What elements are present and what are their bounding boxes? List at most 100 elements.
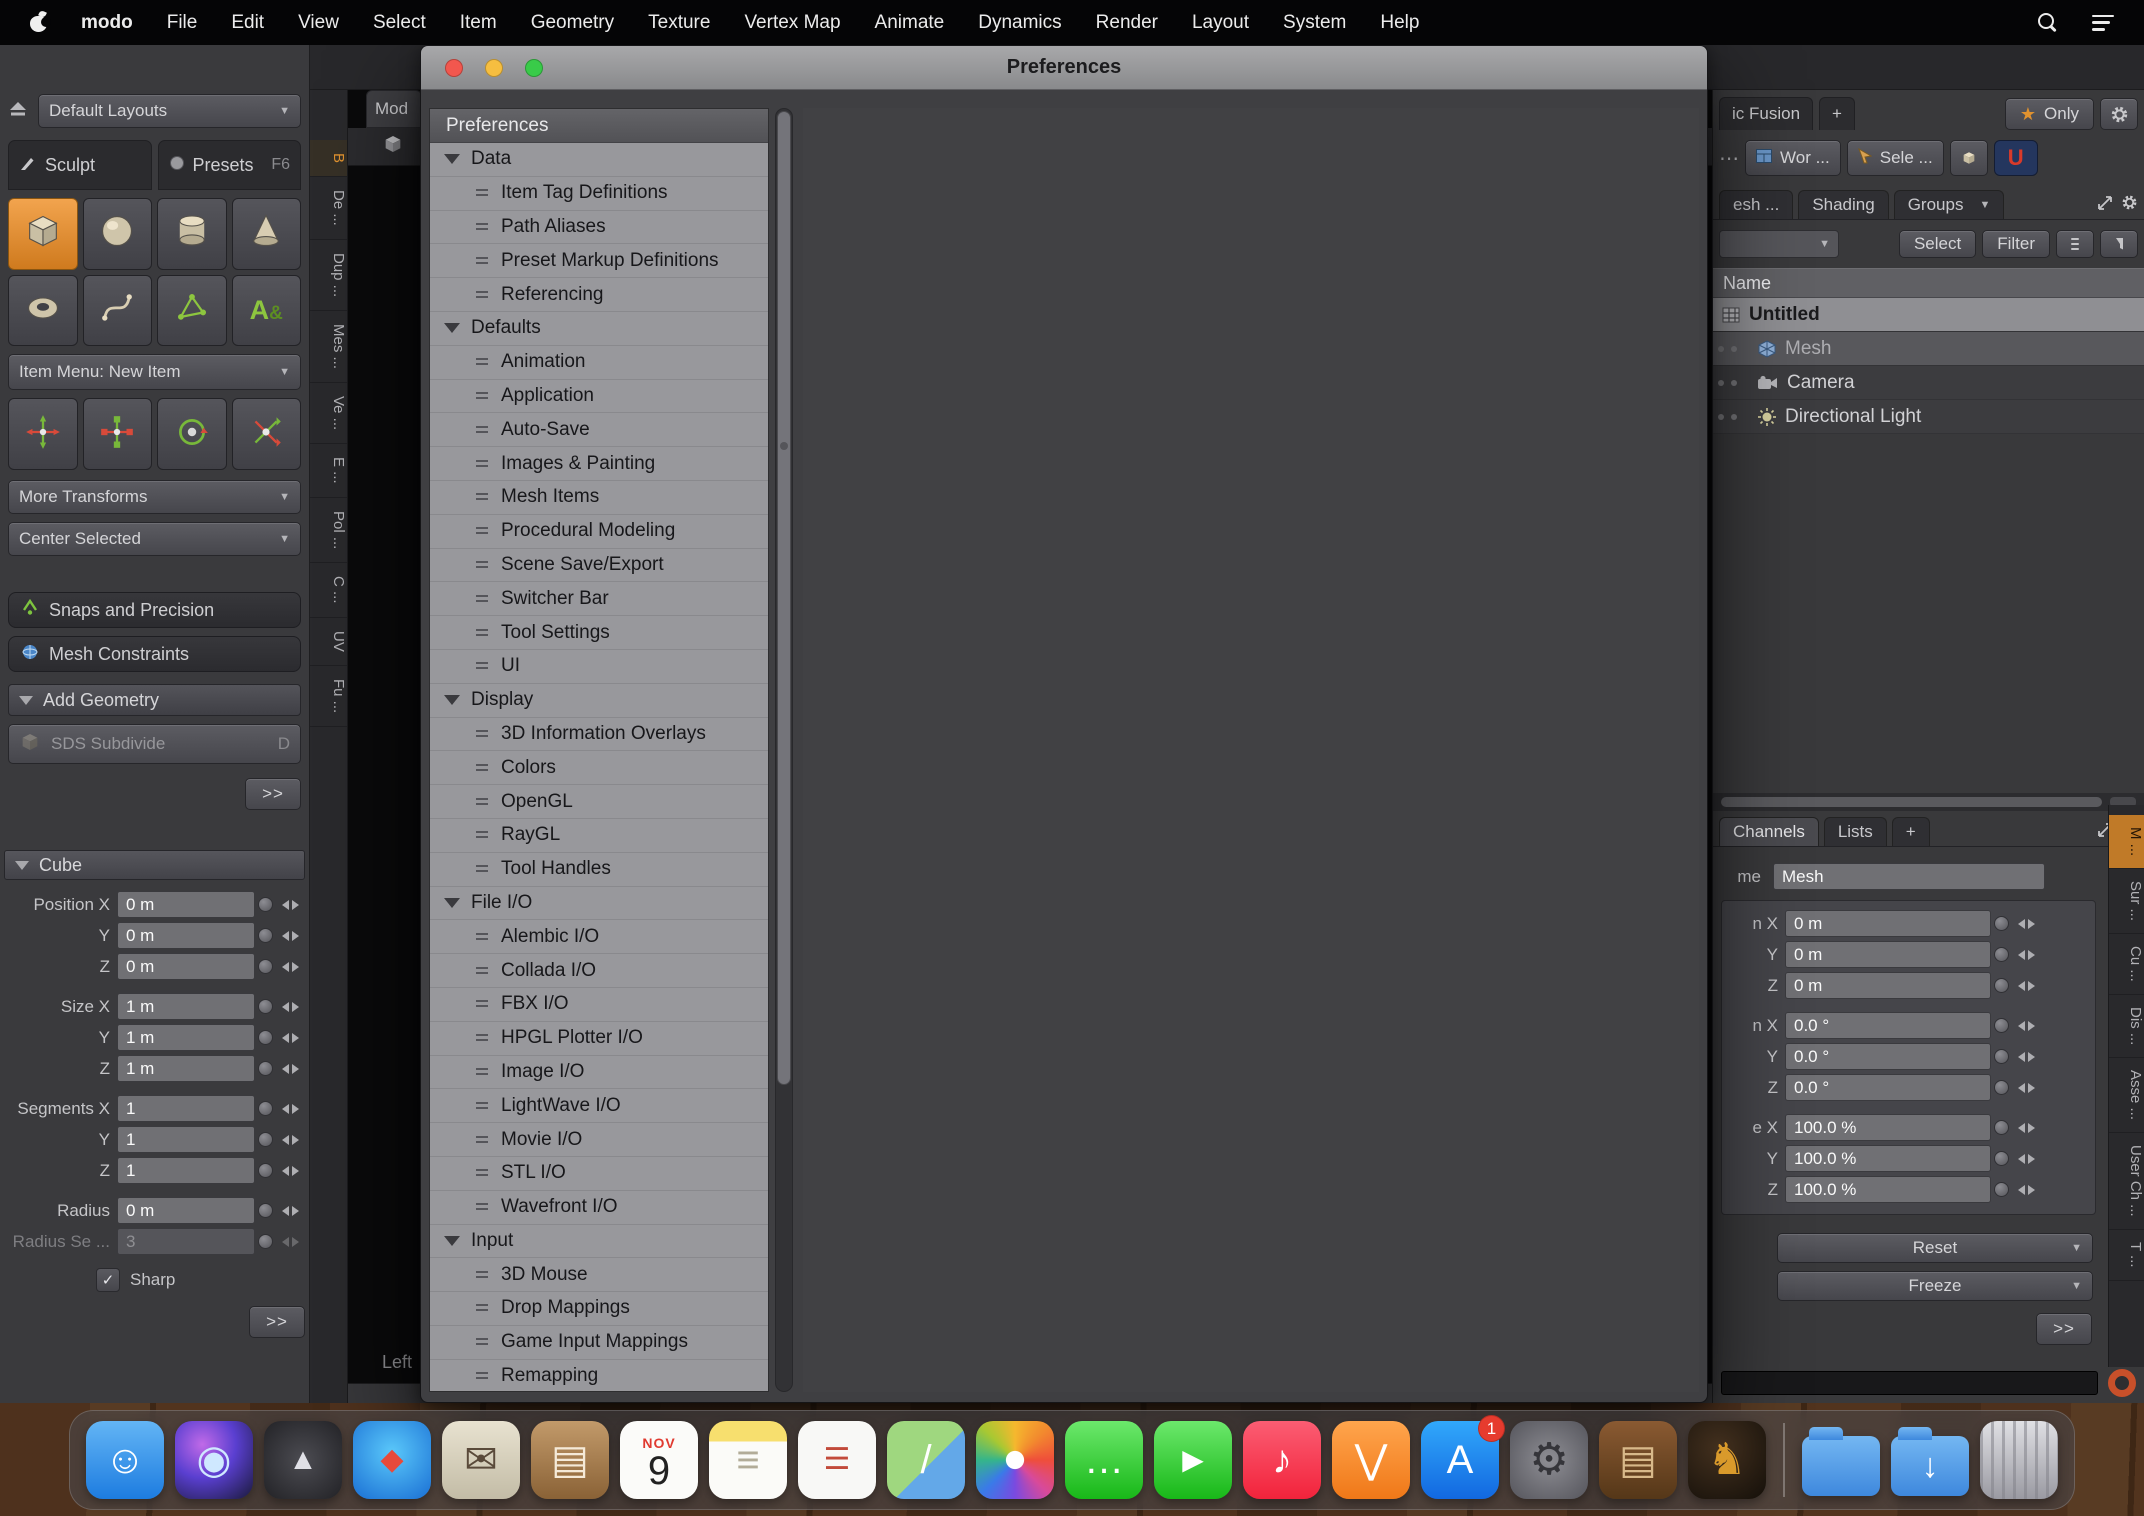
expand-icon[interactable] bbox=[2097, 195, 2113, 216]
value-spinner[interactable] bbox=[276, 962, 304, 972]
dock-siri[interactable]: ◉ bbox=[175, 1421, 253, 1499]
dock-music[interactable]: ♪ bbox=[1243, 1421, 1321, 1499]
select-button[interactable]: Select bbox=[1899, 230, 1976, 258]
tool-tab-b[interactable]: B bbox=[310, 140, 347, 177]
pref-item-remapping[interactable]: Remapping bbox=[430, 1360, 768, 1392]
dock-contacts[interactable]: ▤ bbox=[531, 1421, 609, 1499]
sharp-checkbox[interactable] bbox=[96, 1268, 120, 1292]
dock-system-preferences[interactable]: ⚙ bbox=[1510, 1421, 1588, 1499]
center-selected-dropdown[interactable]: Center Selected▼ bbox=[8, 522, 301, 556]
channel-state-icon[interactable] bbox=[258, 1163, 273, 1178]
command-input[interactable] bbox=[1721, 1371, 2098, 1395]
value-spinner[interactable] bbox=[276, 900, 304, 910]
tool-tab-de[interactable]: De ... bbox=[310, 177, 347, 240]
channel-state-icon[interactable] bbox=[1994, 1182, 2009, 1197]
channel-state-icon[interactable] bbox=[258, 897, 273, 912]
tab-model-layout[interactable]: Mod bbox=[366, 90, 422, 128]
tab-add-panel[interactable]: + bbox=[1892, 817, 1930, 846]
item-row-camera[interactable]: Camera bbox=[1713, 366, 2144, 400]
pref-category-data[interactable]: Data bbox=[430, 143, 768, 177]
value-spinner[interactable] bbox=[2012, 1052, 2040, 1062]
menu-edit[interactable]: Edit bbox=[231, 12, 264, 34]
properties-tab-cu[interactable]: Cu ... bbox=[2109, 934, 2144, 995]
menu-help[interactable]: Help bbox=[1380, 12, 1419, 34]
value-spinner[interactable] bbox=[276, 1064, 304, 1074]
tab-lists[interactable]: Lists bbox=[1824, 817, 1887, 846]
pref-item-scene-save-export[interactable]: Scene Save/Export bbox=[430, 549, 768, 583]
cube-field-y[interactable]: 0 m bbox=[117, 922, 255, 949]
value-spinner[interactable] bbox=[2012, 1123, 2040, 1133]
settings-gear-button[interactable] bbox=[2100, 98, 2138, 130]
record-indicator-icon[interactable] bbox=[2108, 1369, 2136, 1397]
cube-field-radius[interactable]: 0 m bbox=[117, 1197, 255, 1224]
pref-item-mesh-items[interactable]: Mesh Items bbox=[430, 481, 768, 515]
dock-maps[interactable]: / bbox=[887, 1421, 965, 1499]
viewport-cube-icon[interactable] bbox=[382, 133, 404, 160]
properties-tab-user-ch[interactable]: User Ch ... bbox=[2109, 1133, 2144, 1230]
scrollbar-thumb[interactable] bbox=[1721, 797, 2102, 807]
tab-fusion[interactable]: ic Fusion bbox=[1719, 97, 1813, 130]
dock-messages[interactable]: … bbox=[1065, 1421, 1143, 1499]
menu-render[interactable]: Render bbox=[1096, 12, 1158, 34]
dock-reminders[interactable]: ☰ bbox=[798, 1421, 876, 1499]
list-options-button[interactable] bbox=[2056, 230, 2094, 258]
sds-subdivide-button[interactable]: SDS Subdivide D bbox=[8, 724, 301, 764]
pref-item-path-aliases[interactable]: Path Aliases bbox=[430, 211, 768, 245]
pref-item-fbx-i-o[interactable]: FBX I/O bbox=[430, 988, 768, 1022]
pref-item-colors[interactable]: Colors bbox=[430, 751, 768, 785]
tool-scale[interactable] bbox=[83, 398, 153, 470]
tool-curve[interactable] bbox=[83, 275, 153, 347]
value-spinner[interactable] bbox=[276, 931, 304, 941]
properties-tab-sur[interactable]: Sur ... bbox=[2109, 869, 2144, 934]
value-spinner[interactable] bbox=[2012, 1154, 2040, 1164]
cube-expand-button[interactable]: >> bbox=[249, 1306, 305, 1338]
gear-icon[interactable] bbox=[2121, 194, 2138, 216]
dock-books[interactable]: ⋁ bbox=[1332, 1421, 1410, 1499]
pref-item-raygl[interactable]: RayGL bbox=[430, 819, 768, 853]
dock-calendar[interactable]: NOV9 bbox=[620, 1421, 698, 1499]
item-menu-dropdown[interactable]: Item Menu: New Item▼ bbox=[8, 354, 301, 390]
menu-file[interactable]: File bbox=[167, 12, 198, 34]
visibility-dots[interactable] bbox=[1713, 380, 1739, 386]
cube-field-radius-se[interactable]: 3 bbox=[117, 1228, 255, 1255]
menu-vertex-map[interactable]: Vertex Map bbox=[744, 12, 840, 34]
tab-mesh-list[interactable]: esh ... bbox=[1719, 190, 1793, 219]
menu-dynamics[interactable]: Dynamics bbox=[978, 12, 1061, 34]
dock-facetime[interactable]: ▶ bbox=[1154, 1421, 1232, 1499]
pref-item-opengl[interactable]: OpenGL bbox=[430, 785, 768, 819]
dock-library[interactable]: ▤ bbox=[1599, 1421, 1677, 1499]
tool-tab-mes[interactable]: Mes ... bbox=[310, 311, 347, 383]
channel-field-y[interactable]: 100.0 % bbox=[1785, 1145, 1991, 1172]
tree-scrollbar[interactable] bbox=[775, 108, 793, 1392]
pref-item-stl-i-o[interactable]: STL I/O bbox=[430, 1157, 768, 1191]
pref-item-drop-mappings[interactable]: Drop Mappings bbox=[430, 1292, 768, 1326]
value-spinner[interactable] bbox=[276, 1135, 304, 1145]
channel-state-icon[interactable] bbox=[258, 1203, 273, 1218]
tool-tab-fu[interactable]: Fu ... bbox=[310, 666, 347, 727]
menu-system[interactable]: System bbox=[1283, 12, 1346, 34]
pref-category-input[interactable]: Input bbox=[430, 1225, 768, 1259]
channel-field-n-x[interactable]: 0.0 ° bbox=[1785, 1012, 1991, 1039]
properties-tab-t[interactable]: T ... bbox=[2109, 1230, 2144, 1281]
channel-field-z[interactable]: 0.0 ° bbox=[1785, 1074, 1991, 1101]
workspace-button[interactable]: Wor ... bbox=[1745, 140, 1841, 176]
properties-tab-asse[interactable]: Asse ... bbox=[2109, 1058, 2144, 1133]
cube-field-position-x[interactable]: 0 m bbox=[117, 891, 255, 918]
channel-state-icon[interactable] bbox=[1994, 1151, 2009, 1166]
menu-geometry[interactable]: Geometry bbox=[531, 12, 614, 34]
tool-text[interactable]: A& bbox=[232, 275, 302, 347]
pref-item-3d-mouse[interactable]: 3D Mouse bbox=[430, 1258, 768, 1292]
tab-sculpt[interactable]: Sculpt bbox=[8, 140, 152, 190]
menu-app-name[interactable]: modo bbox=[81, 12, 133, 34]
tool-tab-pol[interactable]: Pol ... bbox=[310, 498, 347, 563]
channel-state-icon[interactable] bbox=[258, 928, 273, 943]
cube-view-button[interactable] bbox=[1950, 140, 1988, 176]
visibility-dots[interactable] bbox=[1713, 346, 1739, 352]
channel-field-y[interactable]: 0 m bbox=[1785, 941, 1991, 968]
properties-expand-button[interactable]: >> bbox=[2036, 1313, 2092, 1345]
pref-item-image-i-o[interactable]: Image I/O bbox=[430, 1056, 768, 1090]
value-spinner[interactable] bbox=[2012, 981, 2040, 991]
pref-item-alembic-i-o[interactable]: Alembic I/O bbox=[430, 920, 768, 954]
dock-mail[interactable]: ✉ bbox=[442, 1421, 520, 1499]
pref-item-procedural-modeling[interactable]: Procedural Modeling bbox=[430, 515, 768, 549]
